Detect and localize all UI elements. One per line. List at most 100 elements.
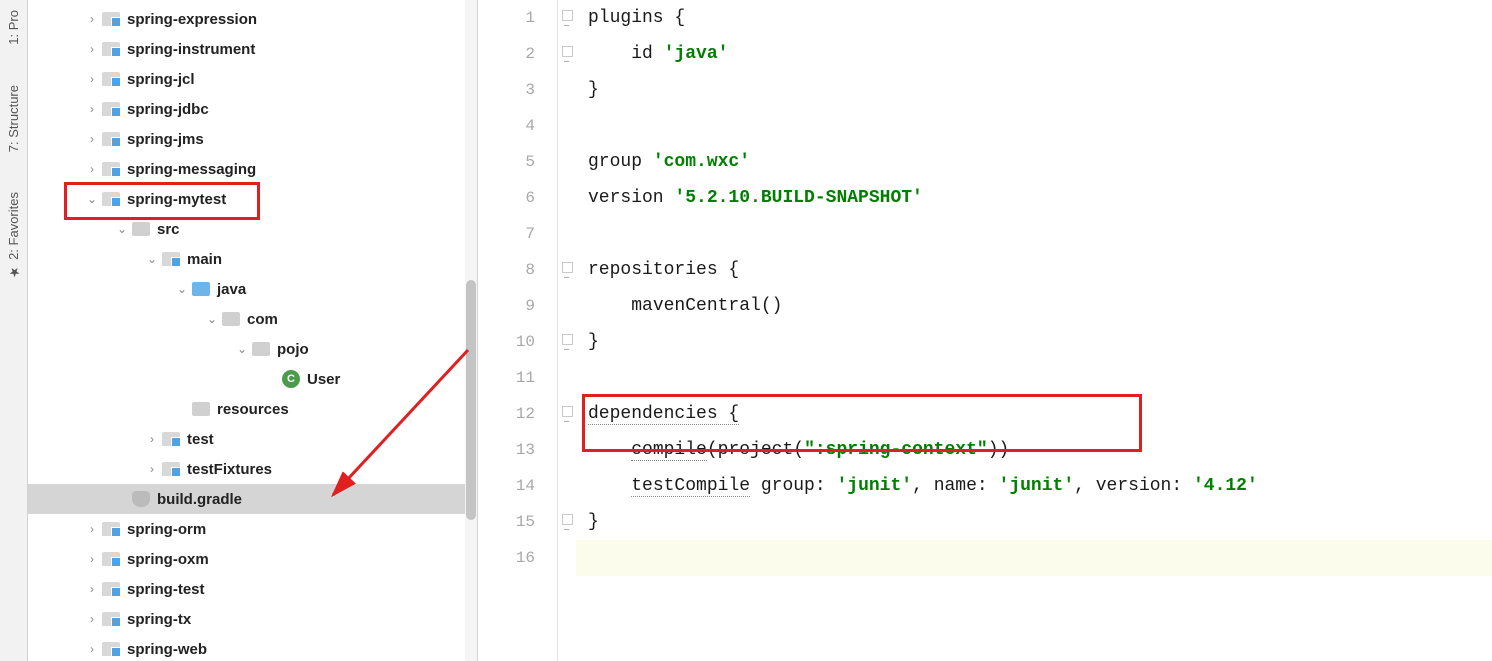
chevron-right-icon[interactable]: › (83, 642, 101, 656)
fold-toggle-icon[interactable] (562, 514, 573, 525)
tree-item-src[interactable]: ⌄ src (28, 214, 477, 244)
chevron-right-icon[interactable]: › (143, 432, 161, 446)
tree-item-resources[interactable]: ·resources (28, 394, 477, 424)
chevron-right-icon[interactable]: › (83, 42, 101, 56)
tree-scroll-thumb[interactable] (466, 280, 476, 520)
tree-item-label: src (157, 221, 180, 238)
side-tab-favorites[interactable]: ★ 2: Favorites (6, 192, 21, 279)
gutter-line-number: 2 (478, 36, 535, 72)
code-line: plugins { (576, 0, 1492, 36)
fold-marker[interactable] (558, 504, 576, 540)
tree-item-testFixtures[interactable]: ›testFixtures (28, 454, 477, 484)
fold-toggle-icon[interactable] (562, 334, 573, 345)
side-tab-label: 1: Pro (6, 10, 21, 45)
code-line: testCompile group: 'junit', name: 'junit… (576, 468, 1492, 504)
code-line-current (576, 540, 1492, 576)
chevron-down-icon[interactable]: ⌄ (83, 192, 101, 206)
gutter-line-number: 9 (478, 288, 535, 324)
tree-item-spring-jdbc[interactable]: › spring-jdbc (28, 94, 477, 124)
folder-icon (221, 309, 241, 329)
side-tab-structure[interactable]: 7: Structure (6, 85, 21, 152)
tree-item-spring-oxm[interactable]: ›spring-oxm (28, 544, 477, 574)
gutter-line-number: 12 (478, 396, 535, 432)
fold-marker[interactable] (558, 36, 576, 72)
fold-marker[interactable] (558, 324, 576, 360)
code-line: compile(project(":spring-context")) (576, 432, 1492, 468)
fold-marker[interactable] (558, 252, 576, 288)
fold-toggle-icon[interactable] (562, 10, 573, 21)
chevron-down-icon[interactable]: ⌄ (143, 252, 161, 266)
tree-item-label: spring-jcl (127, 71, 195, 88)
chevron-right-icon[interactable]: › (83, 132, 101, 146)
module-folder-icon (101, 189, 121, 209)
fold-marker[interactable] (558, 396, 576, 432)
fold-marker (558, 360, 576, 396)
tree-item-label: spring-jms (127, 131, 204, 148)
tree-item-build-gradle[interactable]: ·build.gradle (28, 484, 477, 514)
code-line: } (576, 72, 1492, 108)
tree-item-User[interactable]: ·CUser (28, 364, 477, 394)
chevron-right-icon[interactable]: › (83, 102, 101, 116)
side-tab-label: 2: Favorites (6, 192, 21, 260)
chevron-right-icon[interactable]: › (83, 522, 101, 536)
module-folder-icon (101, 129, 121, 149)
chevron-right-icon[interactable]: › (83, 12, 101, 26)
tree-item-spring-tx[interactable]: ›spring-tx (28, 604, 477, 634)
gutter-line-number: 14 (478, 468, 535, 504)
chevron-right-icon[interactable]: › (143, 462, 161, 476)
module-folder-icon (101, 159, 121, 179)
chevron-right-icon[interactable]: › (83, 612, 101, 626)
chevron-down-icon[interactable]: ⌄ (233, 342, 251, 356)
tree-item-spring-messaging[interactable]: ›spring-messaging (28, 154, 477, 184)
side-tab-label: 7: Structure (6, 85, 21, 152)
code-line: version '5.2.10.BUILD-SNAPSHOT' (576, 180, 1492, 216)
tree-item-com[interactable]: ⌄com (28, 304, 477, 334)
tree-item-label: spring-jdbc (127, 101, 209, 118)
fold-toggle-icon[interactable] (562, 406, 573, 417)
tree-item-java[interactable]: ⌄java (28, 274, 477, 304)
tree-item-label: main (187, 251, 222, 268)
chevron-down-icon[interactable]: ⌄ (113, 222, 131, 236)
tree-item-label: spring-instrument (127, 41, 255, 58)
code-line: } (576, 324, 1492, 360)
tree-item-main[interactable]: ⌄ main (28, 244, 477, 274)
fold-toggle-icon[interactable] (562, 262, 573, 273)
tree-item-spring-test[interactable]: ›spring-test (28, 574, 477, 604)
module-folder-icon (101, 519, 121, 539)
folder-icon (131, 219, 151, 239)
gradle-file-icon (131, 489, 151, 509)
tree-item-pojo[interactable]: ⌄pojo (28, 334, 477, 364)
tree-item-test[interactable]: ›test (28, 424, 477, 454)
editor-code[interactable]: plugins { id 'java' } group 'com.wxc' ve… (576, 0, 1492, 661)
chevron-right-icon[interactable]: › (83, 72, 101, 86)
tree-item-spring-mytest[interactable]: ⌄spring-mytest (28, 184, 477, 214)
tree-item-spring-jcl[interactable]: › spring-jcl (28, 64, 477, 94)
code-line (576, 360, 1492, 396)
chevron-down-icon[interactable]: ⌄ (203, 312, 221, 326)
code-line: repositories { (576, 252, 1492, 288)
tree-item-spring-expression[interactable]: ›spring-expression (28, 4, 477, 34)
tree-item-spring-jms[interactable]: › spring-jms (28, 124, 477, 154)
gutter-line-number: 1 (478, 0, 535, 36)
side-tab-project[interactable]: 1: Pro (6, 10, 21, 45)
tree-item-spring-web[interactable]: ›spring-web (28, 634, 477, 661)
chevron-right-icon[interactable]: › (83, 582, 101, 596)
class-icon: C (281, 369, 301, 389)
chevron-right-icon[interactable]: › (83, 552, 101, 566)
gutter-line-number: 10 (478, 324, 535, 360)
project-tree[interactable]: ›spring-expression›spring-instrument›spr… (28, 0, 477, 661)
gutter-line-number: 16 (478, 540, 535, 576)
tree-item-spring-instrument[interactable]: › spring-instrument (28, 34, 477, 64)
tree-item-spring-orm[interactable]: ›spring-orm (28, 514, 477, 544)
project-tree-panel: ›spring-expression›spring-instrument›spr… (28, 0, 478, 661)
code-line (576, 216, 1492, 252)
fold-marker[interactable] (558, 0, 576, 36)
chevron-right-icon[interactable]: › (83, 162, 101, 176)
fold-marker (558, 216, 576, 252)
tree-scrollbar[interactable] (465, 0, 477, 661)
gutter-line-number: 6 (478, 180, 535, 216)
fold-toggle-icon[interactable] (562, 46, 573, 57)
code-line: id 'java' (576, 36, 1492, 72)
chevron-down-icon[interactable]: ⌄ (173, 282, 191, 296)
fold-marker (558, 468, 576, 504)
